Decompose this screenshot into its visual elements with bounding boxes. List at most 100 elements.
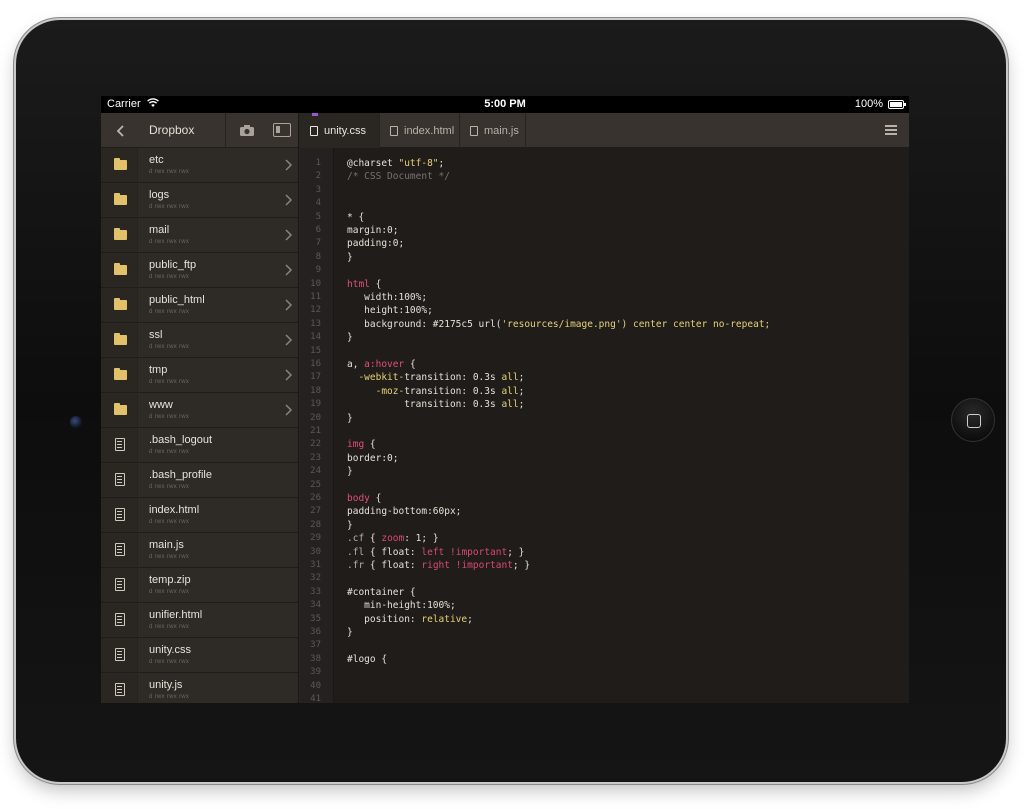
code-line: img { — [347, 439, 376, 450]
file-permissions: d rwx rwx rwx — [149, 274, 190, 280]
line-number: 9 — [315, 265, 321, 276]
file-item[interactable]: logs d rwx rwx rwx — [101, 183, 298, 218]
file-item[interactable]: unity.css d rwx rwx rwx — [101, 638, 298, 673]
file-icon-cell — [101, 533, 138, 567]
document-icon — [390, 125, 398, 136]
camera-icon — [240, 125, 254, 136]
file-permissions: d rwx rwx rwx — [149, 694, 190, 700]
file-sidebar: Dropbox etc d rwx rwx rwx logs d rwx rwx rw… — [101, 113, 299, 703]
line-number: 30 — [310, 546, 321, 557]
tab-unity-css[interactable]: unity.css — [300, 113, 380, 148]
code-line: padding-bottom:60px; — [347, 506, 461, 517]
code-token: padding-bottom:60px; — [347, 506, 462, 518]
panel-toggle-button[interactable] — [273, 123, 291, 137]
camera-button[interactable] — [237, 122, 257, 140]
file-item[interactable]: www d rwx rwx rwx — [101, 393, 298, 428]
tab-main-js[interactable]: main.js — [460, 113, 526, 148]
tab-index-html[interactable]: index.html — [380, 113, 460, 148]
file-icon-cell — [101, 568, 138, 602]
code-token: html — [347, 278, 370, 290]
file-icon-cell — [101, 253, 138, 287]
line-number: 15 — [310, 345, 321, 356]
file-permissions: d rwx rwx rwx — [149, 414, 190, 420]
file-item[interactable]: main.js d rwx rwx rwx — [101, 533, 298, 568]
file-icon-cell — [101, 358, 138, 392]
file-item[interactable]: unity.js d rwx rwx rwx — [101, 673, 298, 703]
code-token: } — [347, 627, 353, 638]
chevron-right-icon — [283, 298, 293, 314]
file-item[interactable]: .bash_logout d rwx rwx rwx — [101, 428, 298, 463]
tab-label: main.js — [484, 124, 519, 137]
line-number: 28 — [310, 519, 321, 530]
file-item[interactable]: mail d rwx rwx rwx — [101, 218, 298, 253]
line-number: 3 — [315, 184, 321, 195]
code-token: 'resources/image.png' — [501, 318, 622, 330]
file-item[interactable]: tmp d rwx rwx rwx — [101, 358, 298, 393]
code-token: { — [364, 439, 376, 451]
file-name: public_ftp — [149, 259, 197, 271]
line-number: 16 — [310, 359, 321, 369]
file-permissions: d rwx rwx rwx — [149, 659, 190, 665]
code-line: } — [347, 466, 353, 477]
back-button[interactable] — [111, 121, 131, 141]
code-area[interactable]: 1 2 3 4 5 6 7 8 9 10 11 12 13 14 15 16 17 18 19 20 21 22 23 24 2… — [300, 148, 909, 703]
folder-icon — [114, 158, 127, 170]
code-line: /* CSS Document */ — [347, 171, 450, 182]
folder-icon — [114, 333, 127, 345]
line-number: 23 — [310, 452, 321, 463]
file-name: unity.css — [149, 644, 191, 656]
line-number: 10 — [310, 278, 321, 289]
code-line: height:100%; — [347, 305, 433, 316]
home-button[interactable] — [951, 398, 995, 442]
file-name: public_html — [149, 294, 205, 306]
code-line: } — [347, 520, 353, 531]
document-icon — [115, 543, 125, 556]
chevron-right-icon — [283, 158, 293, 174]
line-number: 19 — [310, 399, 321, 410]
file-icon-cell — [101, 183, 138, 217]
code-line: .fr { float: right !important; } — [347, 560, 530, 571]
file-item[interactable]: temp.zip d rwx rwx rwx — [101, 568, 298, 603]
line-number: 26 — [310, 493, 321, 503]
folder-icon — [114, 193, 127, 205]
file-item[interactable]: unifier.html d rwx rwx rwx — [101, 603, 298, 638]
code-line: -moz-transition: 0.3s all; — [347, 385, 525, 397]
code-token: -moz- — [347, 385, 405, 397]
file-icon-cell — [101, 498, 138, 532]
code-line: width:100%; — [347, 292, 427, 303]
code-token: height:100%; — [347, 305, 433, 317]
code-line: transition: 0.3s all; — [347, 399, 524, 410]
file-name: .bash_profile — [149, 469, 212, 481]
line-number: 1 — [315, 158, 321, 168]
file-icon-cell — [101, 638, 138, 672]
code-token: #container { — [347, 586, 416, 598]
chevron-right-icon — [283, 228, 293, 244]
menu-button[interactable] — [885, 125, 897, 135]
code-token: } — [347, 519, 353, 531]
file-item[interactable]: ssl d rwx rwx rwx — [101, 323, 298, 358]
line-number: 8 — [315, 251, 321, 262]
line-number: 6 — [315, 225, 321, 235]
file-item[interactable]: etc d rwx rwx rwx — [101, 148, 298, 183]
code-line: background: #2175c5 url('resources/image… — [347, 319, 770, 330]
file-permissions: d rwx rwx rwx — [149, 344, 190, 350]
code-token: { float: — [364, 560, 422, 571]
code-line: .cf { zoom: 1; } — [347, 533, 439, 544]
line-number: 18 — [310, 385, 321, 396]
line-number: 32 — [310, 573, 321, 584]
code-token: .cf — [347, 533, 365, 545]
file-name: main.js — [149, 539, 184, 551]
file-permissions: d rwx rwx rwx — [149, 204, 190, 210]
code-line: min-height:100%; — [347, 600, 456, 611]
code-line: -webkit-transition: 0.3s all; — [347, 372, 524, 383]
line-number: 12 — [310, 305, 321, 316]
file-icon-cell — [101, 393, 138, 427]
code-line: } — [347, 413, 353, 424]
file-name: mail — [149, 224, 170, 236]
file-item[interactable]: .bash_profile d rwx rwx rwx — [101, 463, 298, 498]
file-item[interactable]: public_ftpd rwx rwx rwx — [101, 253, 298, 288]
line-number: 11 — [310, 292, 321, 302]
code-token: : 1; } — [404, 533, 439, 545]
file-item[interactable]: index.html d rwx rwx rwx — [101, 498, 298, 533]
file-item[interactable]: public_html d rwx rwx rwx — [101, 288, 298, 323]
